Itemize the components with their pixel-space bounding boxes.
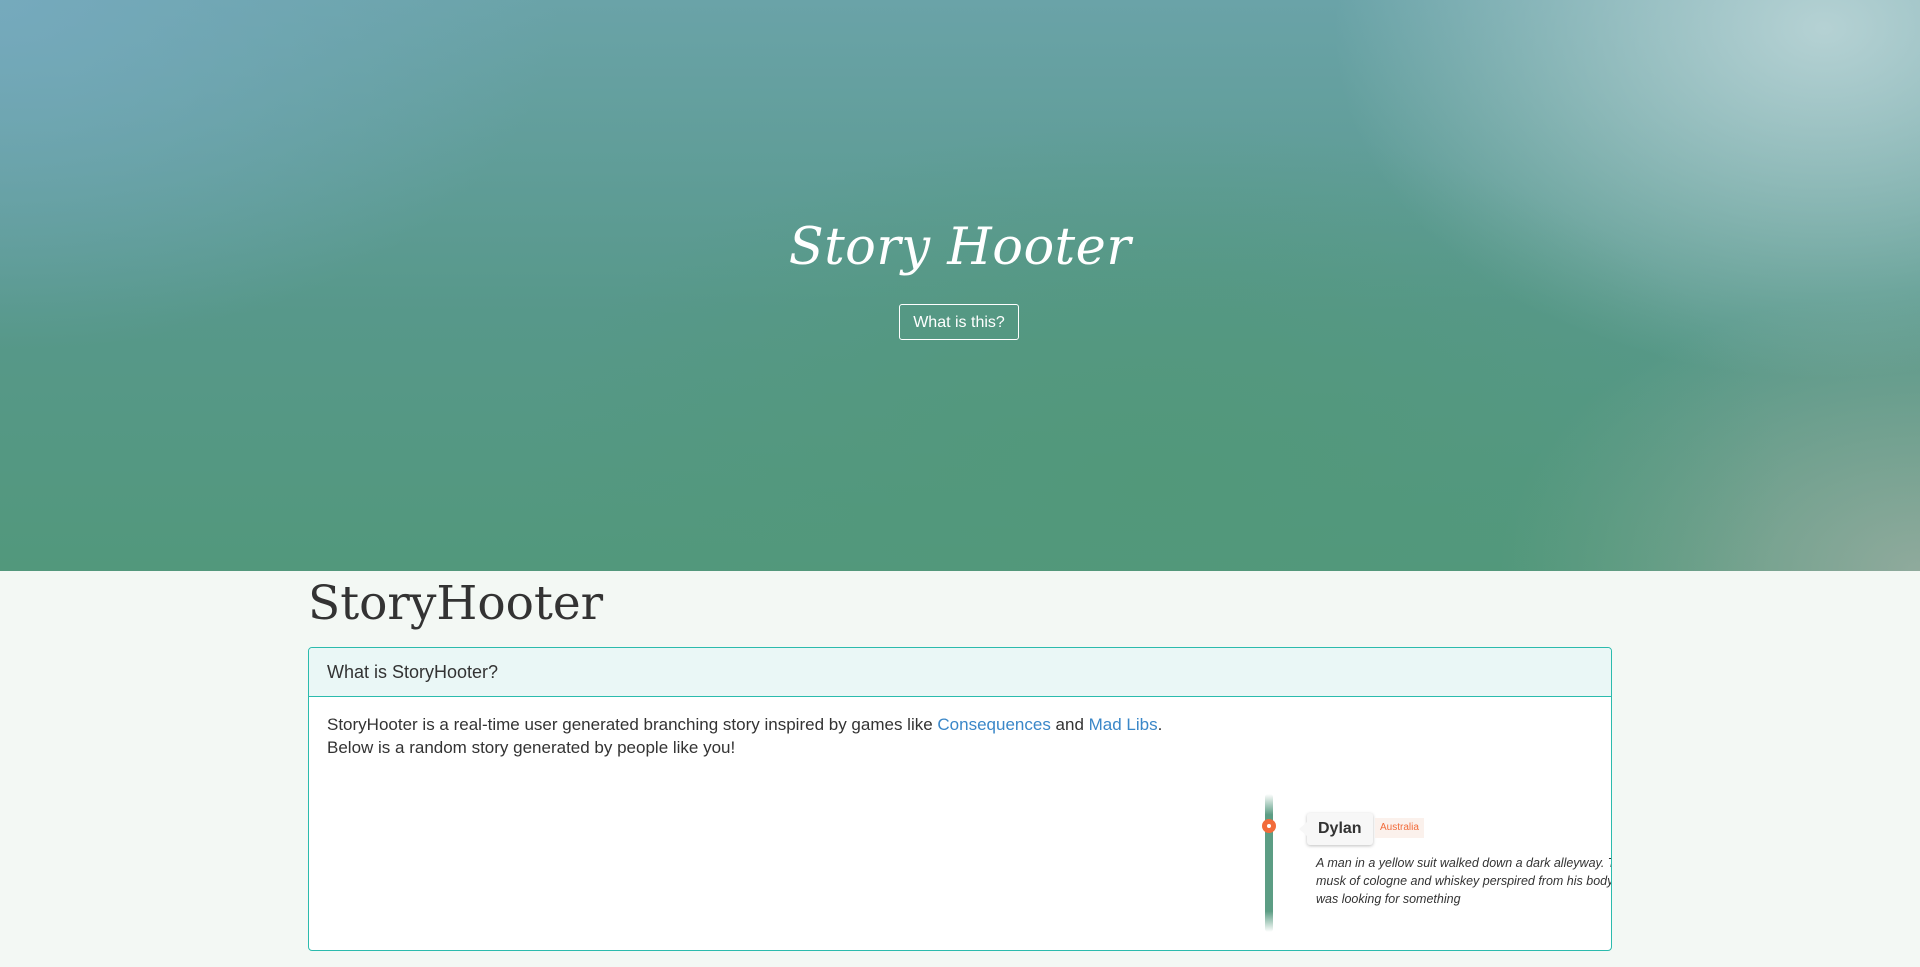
intro-and-text: and (1050, 715, 1089, 734)
info-panel: What is StoryHooter? StoryHooter is a re… (308, 647, 1612, 951)
intro-end-text: . (1157, 715, 1163, 734)
intro-text: StoryHooter is a real-time user generate… (327, 715, 938, 734)
hero-title: Story Hooter (788, 218, 1132, 277)
panel-body: StoryHooter is a real-time user generate… (309, 697, 1611, 759)
intro-line-2: Below is a random story generated by peo… (327, 738, 736, 757)
consequences-link[interactable]: Consequences (937, 715, 1050, 734)
hero-banner: Story Hooter What is this? (0, 0, 1920, 571)
panel-heading: What is StoryHooter? (309, 648, 1611, 697)
author-name: Dylan (1299, 813, 1373, 845)
author-country-badge: Australia (1375, 818, 1424, 838)
story-timeline (1265, 794, 1273, 932)
what-is-this-button[interactable]: What is this? (899, 304, 1019, 340)
intro-line: StoryHooter is a real-time user generate… (327, 713, 1593, 736)
mad-libs-link[interactable]: Mad Libs (1089, 715, 1158, 734)
story-entry-text: A man in a yellow suit walked down a dar… (1316, 856, 1612, 906)
circle-dot-icon[interactable] (1262, 819, 1276, 833)
page-title: StoryHooter (308, 576, 604, 631)
